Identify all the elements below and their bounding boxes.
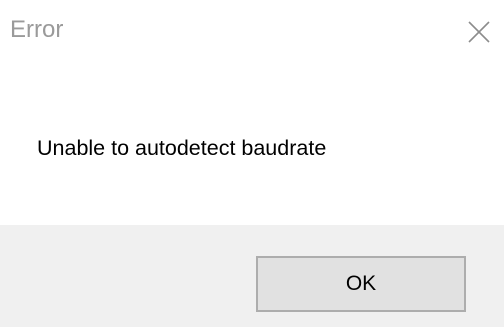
ok-button[interactable]: OK: [256, 256, 466, 312]
dialog-body: Unable to autodetect baudrate: [0, 68, 504, 225]
error-dialog: Error Unable to autodetect baudrate OK: [0, 0, 504, 327]
window-title: Error: [10, 16, 64, 43]
close-button[interactable]: [454, 4, 504, 58]
close-icon: [468, 21, 490, 43]
button-bar: OK: [0, 225, 504, 327]
error-message: Unable to autodetect baudrate: [37, 136, 327, 160]
title-bar: Error: [0, 0, 504, 68]
